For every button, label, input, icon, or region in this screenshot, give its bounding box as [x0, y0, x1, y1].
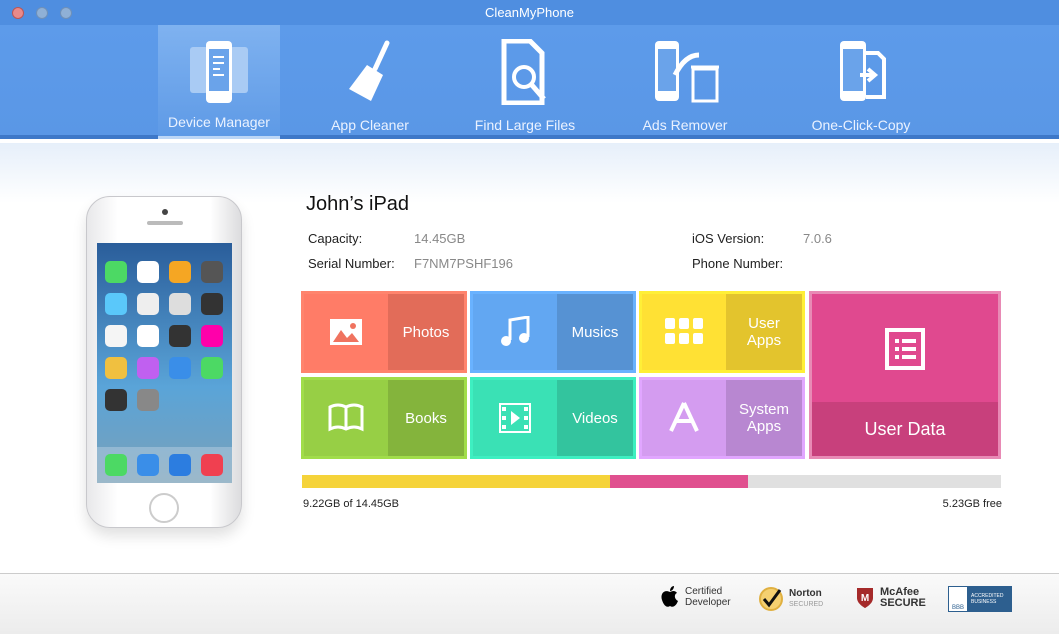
- zoom-button[interactable]: [60, 7, 72, 19]
- file-search-icon: [501, 39, 546, 105]
- storage-free: 5.23GB free: [942, 498, 1002, 510]
- tile-photos[interactable]: Photos: [301, 291, 467, 373]
- footer: Certified Developer Norton SECURED M McAfee…: [0, 573, 1059, 634]
- badge-mcafee: M McAfee SECURE: [855, 586, 926, 610]
- app-icon: [169, 293, 191, 315]
- tile-label: System Apps: [726, 380, 802, 456]
- tile-label: Musics: [557, 294, 633, 370]
- storage-segment: [302, 475, 611, 488]
- app-icon: [137, 293, 159, 315]
- tile-user-apps[interactable]: User Apps: [639, 291, 805, 373]
- app-icon: [169, 325, 191, 347]
- app-icon: [137, 325, 159, 347]
- music-icon: [473, 294, 557, 370]
- app-icon: [105, 325, 127, 347]
- tile-label: User Data: [812, 402, 998, 456]
- bbb-icon: BBB: [948, 586, 968, 612]
- app-icon: [105, 261, 127, 283]
- storage-used: 9.22GB of 14.45GB: [303, 498, 400, 510]
- app-icon: [137, 261, 159, 283]
- app-icon: [105, 293, 127, 315]
- copy-icon: [840, 41, 886, 101]
- storage-segment: [610, 475, 748, 488]
- ads-remover-icon: [655, 41, 719, 103]
- book-icon: [304, 380, 388, 456]
- serial-label: Serial Number:: [308, 256, 395, 271]
- device-manager-icon: [190, 41, 248, 103]
- tile-label: Books: [388, 380, 464, 456]
- ios-label: iOS Version:: [692, 231, 765, 246]
- mcafee-shield-icon: M: [857, 588, 873, 608]
- app-store-icon: [642, 380, 726, 456]
- broom-icon: [349, 40, 390, 101]
- storage-bar: [302, 475, 1001, 488]
- film-icon: [473, 380, 557, 456]
- tile-user-data[interactable]: User Data: [809, 291, 1001, 459]
- app-icon: [137, 389, 159, 411]
- tab-find-large-files[interactable]: Find Large Files: [465, 25, 585, 139]
- tile-label: User Apps: [726, 294, 802, 370]
- apps-grid-icon: [642, 294, 726, 370]
- badge-bbb: BBB ACCREDITED BUSINESS: [948, 586, 1012, 612]
- close-button[interactable]: [12, 7, 24, 19]
- app-icon: [201, 261, 223, 283]
- tile-videos[interactable]: Videos: [470, 377, 636, 459]
- toolbar: Device Manager App Cleaner Find Large Fi…: [0, 25, 1059, 139]
- tab-device-manager[interactable]: Device Manager: [158, 25, 280, 139]
- image-icon: [304, 294, 388, 370]
- title-bar: CleanMyPhone: [0, 0, 1059, 25]
- tile-musics[interactable]: Musics: [470, 291, 636, 373]
- app-icon: [201, 293, 223, 315]
- device-image: [86, 196, 242, 528]
- app-icon: [169, 261, 191, 283]
- capacity-label: Capacity:: [308, 231, 363, 246]
- tile-label: Photos: [388, 294, 464, 370]
- apple-icon: [661, 586, 678, 607]
- badge-norton: Norton SECURED: [758, 586, 823, 612]
- app-icon: [169, 357, 191, 379]
- tab-one-click-copy[interactable]: One-Click-Copy: [800, 25, 922, 139]
- capacity-value: 14.45GB: [414, 231, 466, 246]
- norton-check-icon: [759, 587, 783, 611]
- app-icon: [137, 357, 159, 379]
- app-icon: [105, 389, 127, 411]
- minimize-button[interactable]: [36, 7, 48, 19]
- app-icon: [105, 357, 127, 379]
- app-icon: [201, 357, 223, 379]
- serial-value: F7NM7PSHF196: [414, 256, 513, 271]
- tile-books[interactable]: Books: [301, 377, 467, 459]
- list-icon: [885, 328, 925, 374]
- tile-system-apps[interactable]: System Apps: [639, 377, 805, 459]
- ios-value: 7.0.6: [803, 231, 832, 246]
- badge-apple: Certified Developer: [660, 586, 731, 608]
- svg-text:M: M: [861, 593, 869, 604]
- device-name: John’s iPad: [306, 193, 410, 215]
- phone-label: Phone Number:: [692, 256, 784, 271]
- tab-ads-remover[interactable]: Ads Remover: [630, 25, 740, 139]
- tile-label: Videos: [557, 380, 633, 456]
- window-title: CleanMyPhone: [485, 5, 574, 20]
- tab-app-cleaner[interactable]: App Cleaner: [320, 25, 420, 139]
- app-icon: [201, 325, 223, 347]
